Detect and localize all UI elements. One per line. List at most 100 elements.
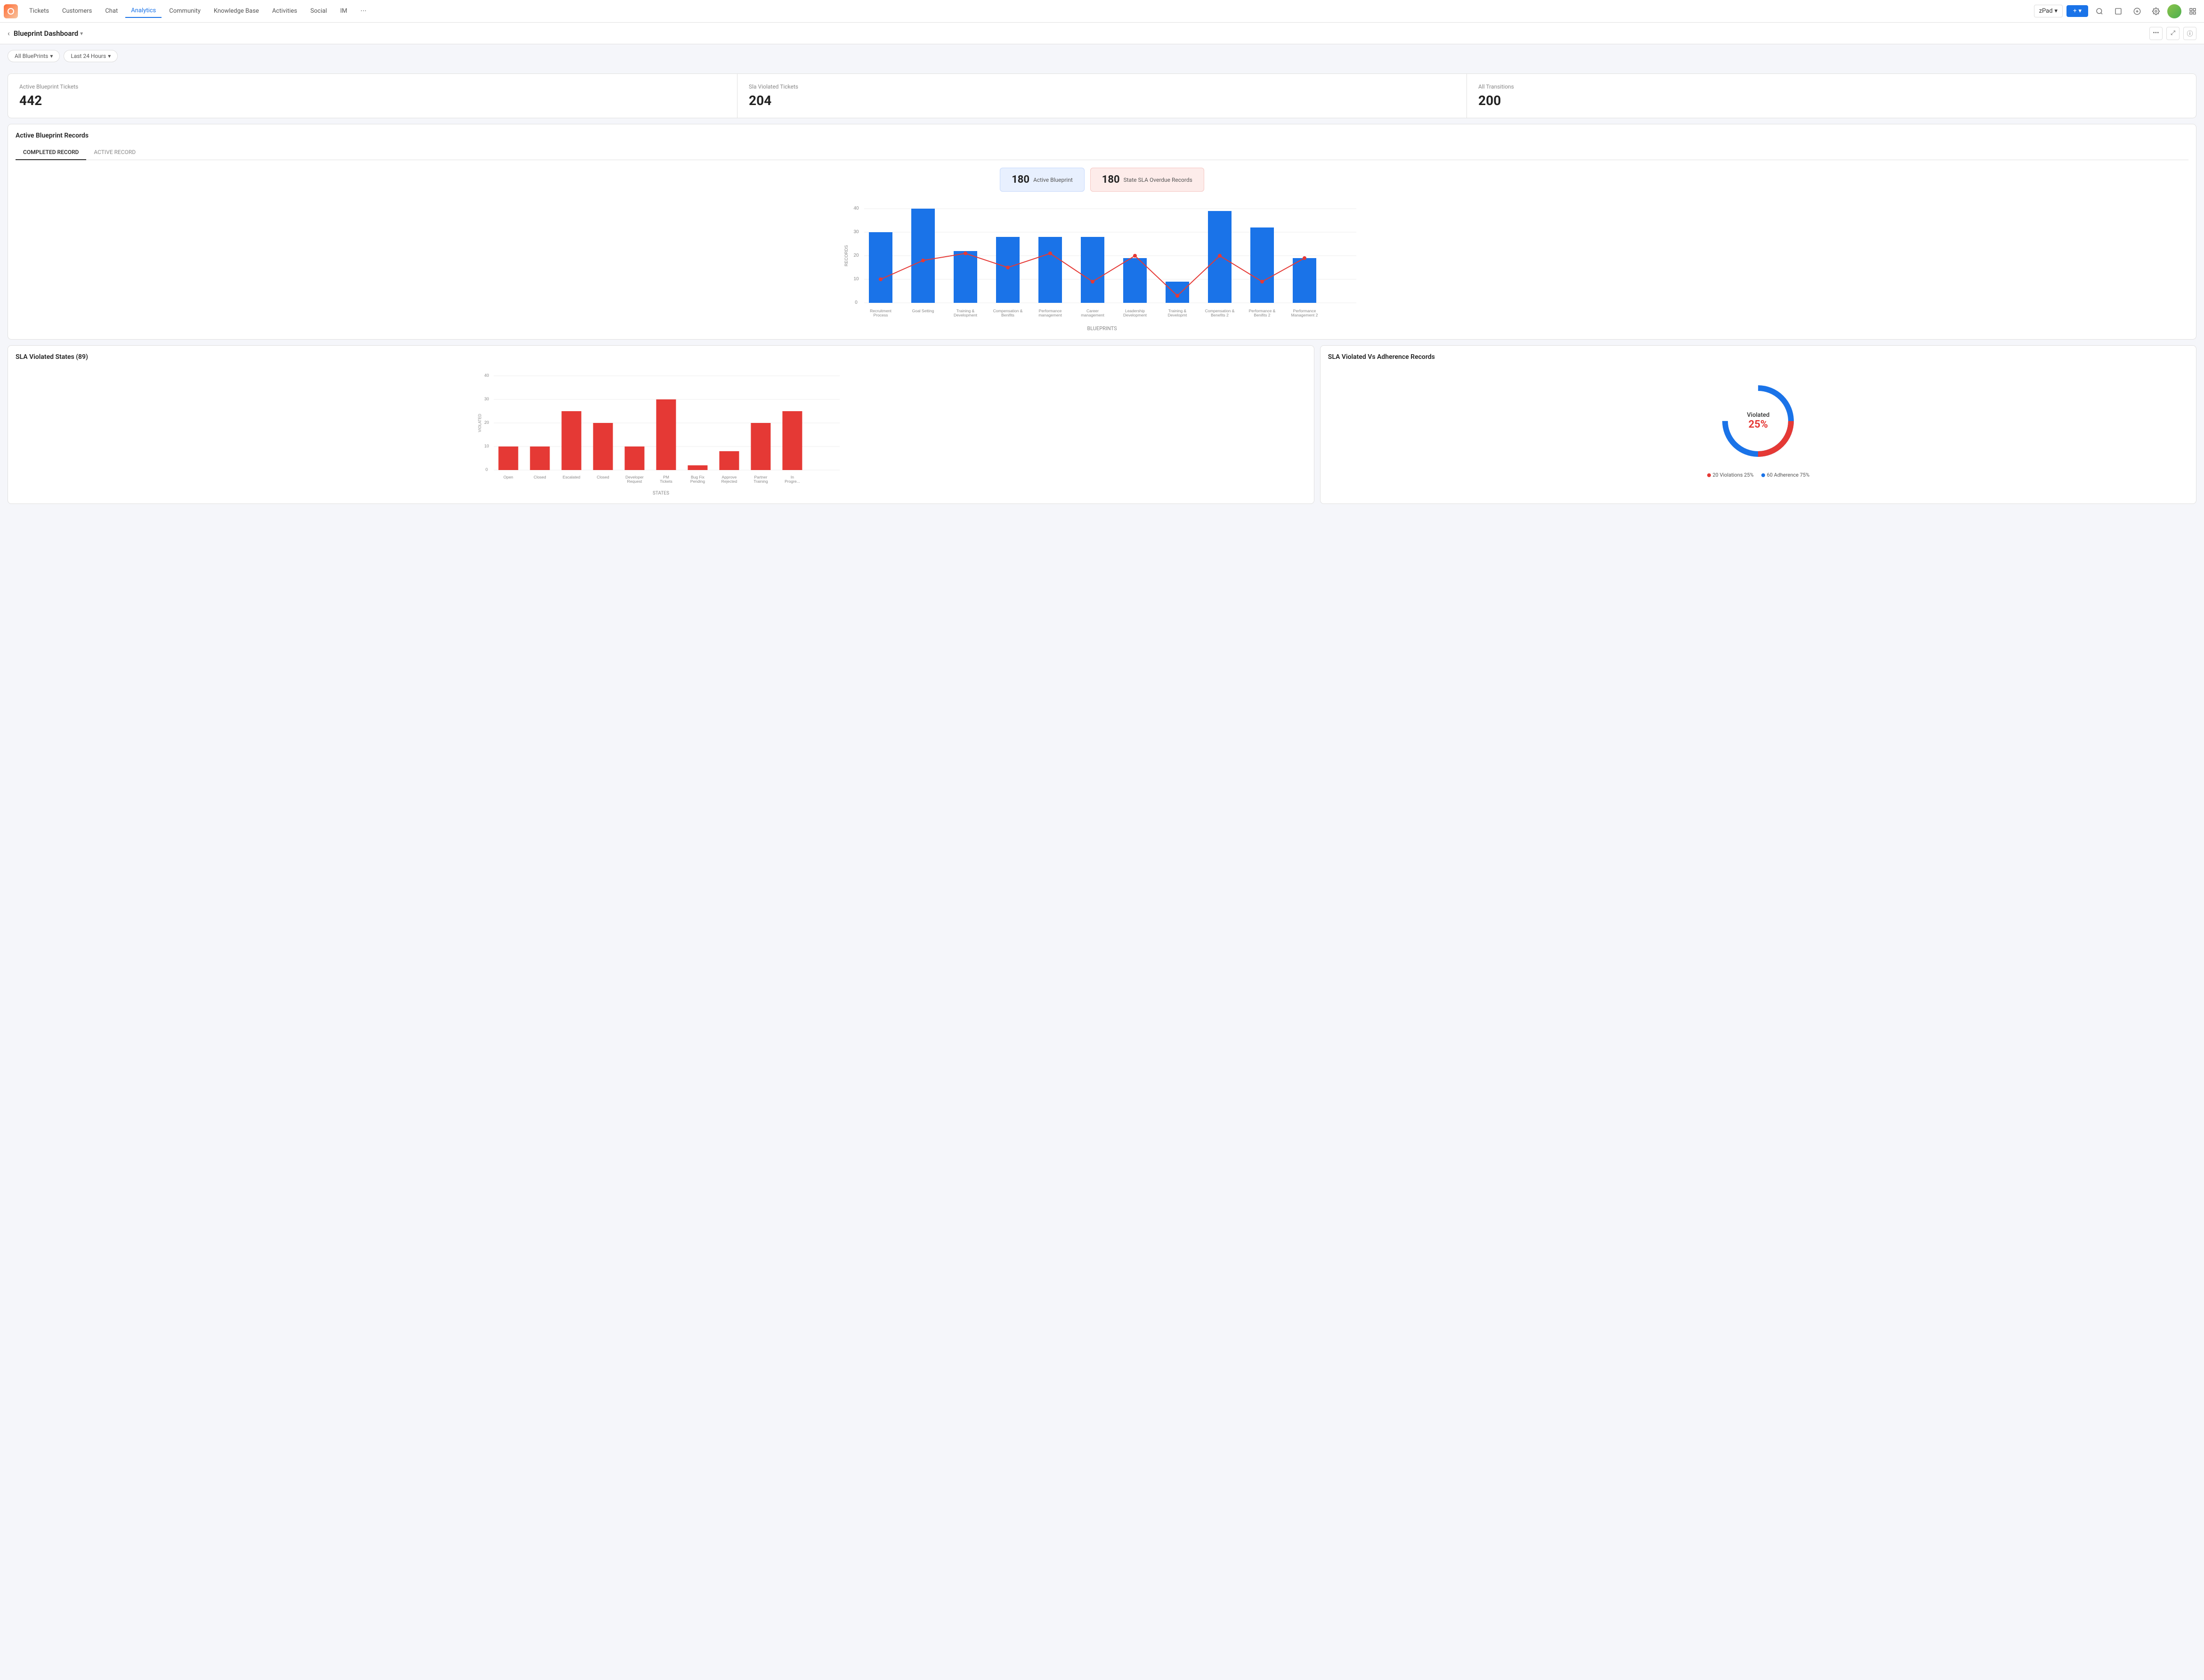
records-tabs: COMPLETED RECORD ACTIVE RECORD bbox=[16, 145, 2188, 160]
bar-training2 bbox=[1166, 282, 1189, 303]
line-dot-8 bbox=[1175, 294, 1179, 298]
nav-activities[interactable]: Activities bbox=[267, 5, 303, 17]
bottom-row: SLA Violated States (89) 40 30 20 10 0 V… bbox=[8, 345, 2196, 504]
svg-text:Tickets: Tickets bbox=[660, 479, 673, 484]
svg-text:Rejected: Rejected bbox=[721, 479, 737, 484]
bar-perf-benif2 bbox=[1250, 227, 1274, 303]
svg-text:Management 2: Management 2 bbox=[1291, 313, 1318, 317]
svg-text:Benifits 2: Benifits 2 bbox=[1254, 313, 1271, 317]
line-dot-5 bbox=[1048, 252, 1052, 255]
svg-text:VIOLATED: VIOLATED bbox=[478, 414, 482, 432]
metric-sla-overdue: 180 State SLA Overdue Records bbox=[1090, 168, 1204, 192]
sla-bar-dev-request bbox=[624, 446, 644, 470]
tab-active-record[interactable]: ACTIVE RECORD bbox=[86, 145, 143, 160]
bar-goal-setting bbox=[911, 209, 935, 303]
sla-violated-chart: 40 30 20 10 0 VIOLATED Open Closed Escal… bbox=[16, 366, 1306, 489]
gamepad-icon[interactable] bbox=[2130, 4, 2145, 19]
add-button[interactable]: + ▾ bbox=[2066, 5, 2088, 17]
nav-customers[interactable]: Customers bbox=[57, 5, 97, 17]
stat-transitions-value: 200 bbox=[1478, 93, 2185, 108]
title-dropdown-icon[interactable]: ▾ bbox=[80, 30, 83, 37]
nav-social[interactable]: Social bbox=[305, 5, 332, 17]
sla-bar-partner bbox=[751, 423, 770, 470]
filter-time[interactable]: Last 24 Hours ▾ bbox=[64, 50, 118, 62]
sla-bar-open bbox=[498, 446, 518, 470]
stat-transitions-label: All Transitions bbox=[1478, 83, 2185, 90]
sla-bar-escalated bbox=[561, 411, 581, 470]
bar-recruitment bbox=[869, 232, 892, 303]
page-title: Blueprint Dashboard bbox=[14, 29, 78, 38]
svg-text:Benefits 2: Benefits 2 bbox=[1211, 313, 1229, 317]
bar-perf-mgmt2 bbox=[1293, 258, 1316, 303]
blueprint-chart-svg: 40 30 20 10 0 RECORDS Recruitment Proces… bbox=[16, 199, 2188, 322]
grid-icon[interactable] bbox=[2185, 4, 2200, 19]
nav-im[interactable]: IM bbox=[334, 5, 353, 17]
stat-sla-value: 204 bbox=[749, 93, 1455, 108]
nav-analytics[interactable]: Analytics bbox=[125, 4, 162, 18]
svg-text:Request: Request bbox=[627, 479, 642, 484]
line-dot-4 bbox=[1006, 266, 1010, 269]
sla-donut-title: SLA Violated Vs Adherence Records bbox=[1328, 353, 2188, 361]
metric-cards-row: 180 Active Blueprint 180 State SLA Overd… bbox=[16, 168, 2188, 192]
subheader-actions: ••• ⤢ ⓘ bbox=[2149, 27, 2196, 40]
svg-text:Goal Setting: Goal Setting bbox=[912, 308, 934, 313]
sla-bar-inprogress bbox=[782, 411, 802, 470]
subheader-dots-button[interactable]: ••• bbox=[2149, 27, 2163, 40]
sla-x-label: STATES bbox=[16, 491, 1306, 496]
active-records-title: Active Blueprint Records bbox=[16, 132, 2188, 139]
notifications-icon[interactable] bbox=[2111, 4, 2126, 19]
svg-text:Open: Open bbox=[503, 475, 513, 479]
tab-completed-record[interactable]: COMPLETED RECORD bbox=[16, 145, 86, 160]
svg-text:0: 0 bbox=[486, 467, 488, 472]
adherence-dot bbox=[1761, 473, 1765, 477]
svg-text:20: 20 bbox=[853, 253, 859, 258]
line-dot-2 bbox=[921, 259, 925, 262]
nav-knowledge-base[interactable]: Knowledge Base bbox=[208, 5, 265, 17]
filter-blueprints[interactable]: All BluePrints ▾ bbox=[8, 50, 60, 62]
zpad-button[interactable]: zPad ▾ bbox=[2034, 5, 2063, 17]
filter-bar: All BluePrints ▾ Last 24 Hours ▾ bbox=[0, 44, 2204, 68]
chart-x-label: BLUEPRINTS bbox=[16, 325, 2188, 332]
svg-text:Escalated: Escalated bbox=[563, 475, 581, 479]
line-dot-3 bbox=[964, 252, 967, 255]
metric-active-label: Active Blueprint bbox=[1033, 177, 1073, 183]
bar-performance bbox=[1038, 237, 1062, 303]
stat-active-value: 442 bbox=[19, 93, 726, 108]
svg-text:Pending: Pending bbox=[690, 479, 705, 484]
svg-text:Closed: Closed bbox=[534, 475, 546, 479]
search-icon[interactable] bbox=[2092, 4, 2107, 19]
sla-bar-approve bbox=[719, 451, 739, 470]
active-blueprint-records-section: Active Blueprint Records COMPLETED RECOR… bbox=[8, 124, 2196, 340]
svg-text:Process: Process bbox=[874, 313, 888, 317]
nav-more-icon[interactable]: ⋯ bbox=[355, 5, 372, 17]
settings-icon[interactable] bbox=[2148, 4, 2163, 19]
stat-active-blueprints: Active Blueprint Tickets 442 bbox=[8, 74, 737, 118]
bar-leadership bbox=[1123, 258, 1147, 303]
sla-bar-closed1 bbox=[530, 446, 550, 470]
svg-text:Development: Development bbox=[954, 313, 978, 317]
sla-bar-closed2 bbox=[593, 423, 613, 470]
svg-text:20: 20 bbox=[484, 420, 489, 425]
subheader: ‹ Blueprint Dashboard ▾ ••• ⤢ ⓘ bbox=[0, 23, 2204, 44]
info-button[interactable]: ⓘ bbox=[2183, 27, 2196, 40]
expand-button[interactable]: ⤢ bbox=[2166, 27, 2180, 40]
app-logo[interactable] bbox=[4, 4, 18, 18]
nav-tickets[interactable]: Tickets bbox=[24, 5, 55, 17]
metric-sla-num: 180 bbox=[1102, 174, 1120, 186]
svg-text:Closed: Closed bbox=[597, 475, 609, 479]
bar-compensation bbox=[996, 237, 1020, 303]
nav-chat[interactable]: Chat bbox=[99, 5, 123, 17]
legend-adherence: 60 Adherence 75% bbox=[1761, 472, 1810, 478]
metric-active-blueprint: 180 Active Blueprint bbox=[1000, 168, 1085, 192]
line-dot-7 bbox=[1133, 254, 1137, 258]
back-button[interactable]: ‹ bbox=[8, 29, 10, 38]
stat-sla-label: Sla Violated Tickets bbox=[749, 83, 1455, 90]
user-avatar[interactable] bbox=[2167, 4, 2181, 18]
line-dot-1 bbox=[879, 277, 883, 281]
svg-text:Progre...: Progre... bbox=[785, 479, 800, 484]
nav-community[interactable]: Community bbox=[163, 5, 206, 17]
stat-active-label: Active Blueprint Tickets bbox=[19, 83, 726, 90]
sla-violated-title: SLA Violated States (89) bbox=[16, 353, 1306, 361]
sla-violated-section: SLA Violated States (89) 40 30 20 10 0 V… bbox=[8, 345, 1314, 504]
line-dot-10 bbox=[1260, 280, 1264, 284]
